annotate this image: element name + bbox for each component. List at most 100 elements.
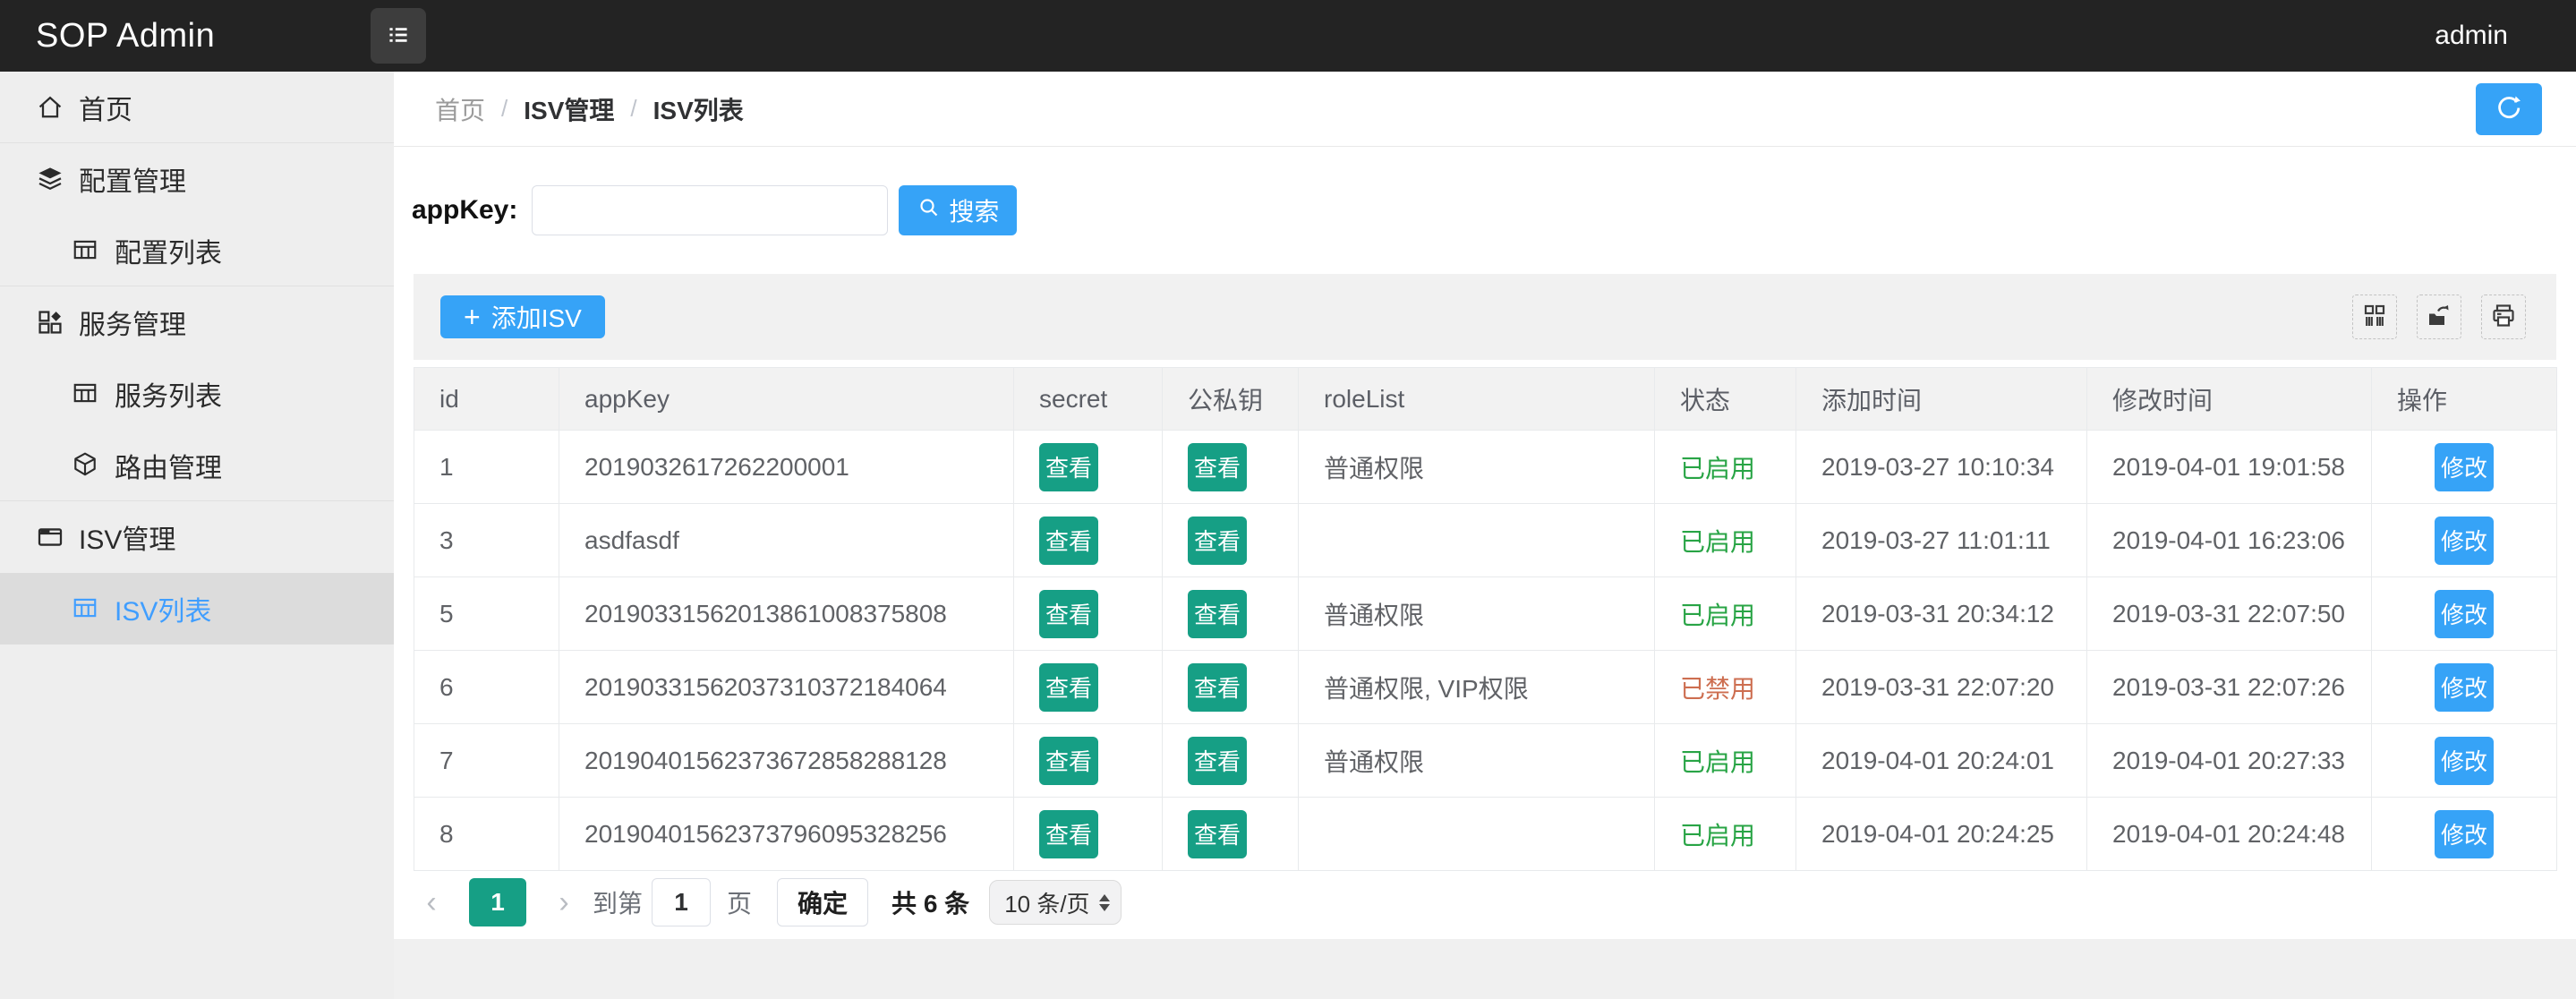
view-keypair-button[interactable]: 查看 [1188, 737, 1247, 785]
edit-button[interactable]: 修改 [2435, 663, 2494, 712]
view-secret-button[interactable]: 查看 [1039, 663, 1098, 712]
cell-rolelist [1299, 504, 1655, 577]
export-button[interactable] [2417, 295, 2461, 339]
cell-id: 8 [414, 798, 559, 871]
view-secret-button[interactable]: 查看 [1039, 517, 1098, 565]
refresh-icon [2494, 92, 2524, 125]
page-size-value: 10 条/页 [1004, 886, 1089, 919]
col-header-rolelist: roleList [1299, 368, 1655, 431]
sidebar-item-home[interactable]: 首页 [0, 72, 394, 143]
window-icon [36, 523, 64, 551]
col-header-actions: 操作 [2372, 368, 2557, 431]
breadcrumb-item-isv-mgmt[interactable]: ISV管理 [524, 91, 614, 127]
col-header-keypair: 公私钥 [1163, 368, 1299, 431]
sidebar-item-label: 服务管理 [79, 303, 186, 342]
isv-table: id appKey secret 公私钥 roleList 状态 添加时间 修改… [414, 367, 2556, 871]
edit-button[interactable]: 修改 [2435, 517, 2494, 565]
cell-appkey: 20190401562373672858288128 [559, 724, 1014, 798]
cell-appkey: 20190331562013861008375808 [559, 577, 1014, 651]
page-number-input[interactable] [652, 878, 711, 926]
total-count-label: 共 6 条 [891, 884, 969, 920]
col-header-status: 状态 [1655, 368, 1796, 431]
edit-button[interactable]: 修改 [2435, 590, 2494, 638]
col-header-secret: secret [1014, 368, 1163, 431]
view-secret-button[interactable]: 查看 [1039, 443, 1098, 491]
view-keypair-button[interactable]: 查看 [1188, 663, 1247, 712]
col-header-updated: 修改时间 [2087, 368, 2372, 431]
breadcrumb-item-home[interactable]: 首页 [435, 91, 485, 127]
confirm-page-button[interactable]: 确定 [777, 878, 868, 926]
search-button[interactable]: 搜索 [899, 185, 1017, 235]
sidebar-toggle-button[interactable] [371, 8, 426, 64]
cell-updated: 2019-04-01 16:23:06 [2087, 504, 2372, 577]
cell-id: 6 [414, 651, 559, 724]
cell-rolelist: 普通权限, VIP权限 [1299, 651, 1655, 724]
status-text: 已启用 [1680, 528, 1755, 556]
edit-button[interactable]: 修改 [2435, 810, 2494, 858]
sidebar-item-service-mgmt[interactable]: 服务管理 [0, 286, 394, 358]
cell-created: 2019-03-31 22:07:20 [1796, 651, 2087, 724]
view-keypair-button[interactable]: 查看 [1188, 590, 1247, 638]
view-secret-button[interactable]: 查看 [1039, 810, 1098, 858]
page-size-select[interactable]: 10 条/页 [989, 880, 1121, 925]
layers-icon [36, 165, 64, 193]
edit-button[interactable]: 修改 [2435, 443, 2494, 491]
cell-appkey: 20190401562373796095328256 [559, 798, 1014, 871]
cell-id: 5 [414, 577, 559, 651]
sidebar-item-config-list[interactable]: 配置列表 [0, 215, 394, 286]
table-body: 1 2019032617262200001 查看 查看 普通权限 已启用 201… [414, 431, 2557, 871]
cell-updated: 2019-04-01 20:27:33 [2087, 724, 2372, 798]
print-icon [2490, 303, 2517, 332]
column-settings-button[interactable] [2352, 295, 2397, 339]
sidebar-item-isv-mgmt[interactable]: ISV管理 [0, 501, 394, 573]
cell-created: 2019-04-01 20:24:25 [1796, 798, 2087, 871]
print-button[interactable] [2481, 295, 2526, 339]
search-icon [917, 195, 942, 226]
table-icon [72, 380, 100, 408]
sidebar-item-label: 路由管理 [115, 446, 222, 485]
current-user[interactable]: admin [2435, 21, 2508, 51]
col-header-appkey: appKey [559, 368, 1014, 431]
prev-page-button[interactable]: ‹ [421, 885, 442, 920]
cell-updated: 2019-04-01 19:01:58 [2087, 431, 2372, 504]
table-row: 3 asdfasdf 查看 查看 已启用 2019-03-27 11:01:11… [414, 504, 2557, 577]
sidebar-item-route-mgmt[interactable]: 路由管理 [0, 430, 394, 501]
appkey-search-input[interactable] [532, 185, 888, 235]
table-icon [72, 594, 100, 623]
cell-id: 3 [414, 504, 559, 577]
sidebar-item-label: 首页 [79, 88, 132, 127]
sidebar-item-isv-list[interactable]: ISV列表 [0, 573, 394, 645]
export-icon [2426, 303, 2452, 332]
refresh-button[interactable] [2476, 83, 2542, 135]
table-toolbar: + 添加ISV [414, 274, 2556, 360]
breadcrumb-separator: / [630, 95, 636, 123]
add-isv-button[interactable]: + 添加ISV [440, 295, 605, 338]
sidebar-item-service-list[interactable]: 服务列表 [0, 358, 394, 430]
cell-created: 2019-04-01 20:24:01 [1796, 724, 2087, 798]
sidebar-item-label: ISV管理 [79, 517, 175, 557]
plus-icon: + [464, 303, 481, 331]
cell-id: 7 [414, 724, 559, 798]
view-keypair-button[interactable]: 查看 [1188, 517, 1247, 565]
current-page-button[interactable]: 1 [469, 878, 526, 926]
cell-appkey: 2019032617262200001 [559, 431, 1014, 504]
status-text: 已启用 [1680, 822, 1755, 850]
view-keypair-button[interactable]: 查看 [1188, 443, 1247, 491]
search-label: appKey: [412, 195, 517, 226]
table-row: 6 20190331562037310372184064 查看 查看 普通权限,… [414, 651, 2557, 724]
select-caret-icon [1099, 894, 1110, 911]
view-keypair-button[interactable]: 查看 [1188, 810, 1247, 858]
view-secret-button[interactable]: 查看 [1039, 737, 1098, 785]
cell-updated: 2019-04-01 20:24:48 [2087, 798, 2372, 871]
next-page-button[interactable]: › [553, 885, 575, 920]
sidebar-item-config-mgmt[interactable]: 配置管理 [0, 143, 394, 215]
table-row: 1 2019032617262200001 查看 查看 普通权限 已启用 201… [414, 431, 2557, 504]
view-secret-button[interactable]: 查看 [1039, 590, 1098, 638]
edit-button[interactable]: 修改 [2435, 737, 2494, 785]
cell-updated: 2019-03-31 22:07:26 [2087, 651, 2372, 724]
pagination: ‹ 1 › 到第 页 确定 共 6 条 10 条/页 [394, 878, 2576, 926]
cell-created: 2019-03-27 10:10:34 [1796, 431, 2087, 504]
search-button-label: 搜索 [949, 192, 999, 228]
sidebar-item-label: 服务列表 [115, 374, 222, 414]
table-row: 7 20190401562373672858288128 查看 查看 普通权限 … [414, 724, 2557, 798]
